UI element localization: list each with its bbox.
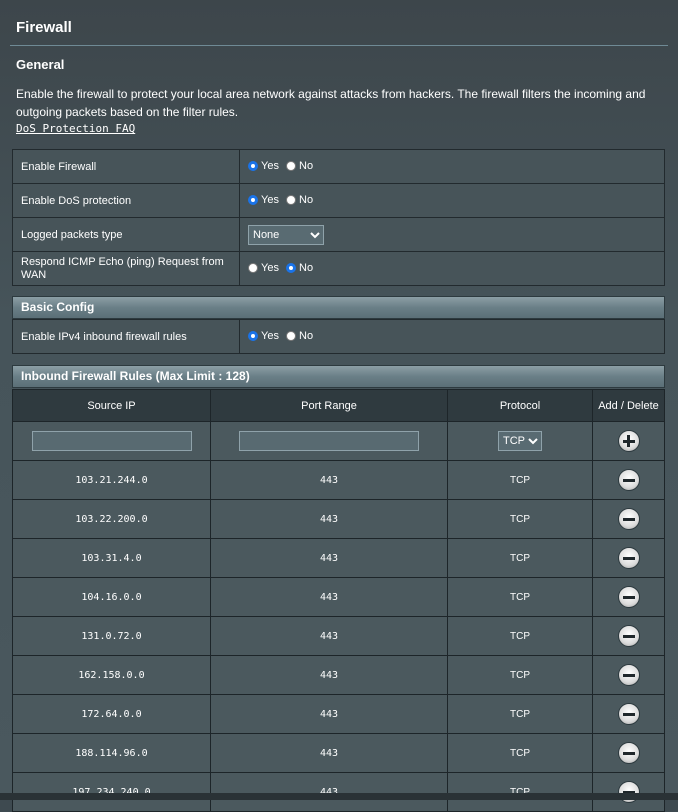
basic-config-table: Enable IPv4 inbound firewall rules Yes N… xyxy=(12,319,665,354)
ipv4-rules-label: Enable IPv4 inbound firewall rules xyxy=(12,319,240,354)
ipv4-rules-no-radio[interactable]: No xyxy=(286,330,313,342)
rule-port-range: 443 xyxy=(210,577,448,617)
delete-icon[interactable] xyxy=(617,469,640,491)
description-text: Enable the firewall to protect your loca… xyxy=(16,87,646,119)
icmp-yes-radio[interactable]: Yes xyxy=(248,262,279,274)
rule-port-range: 443 xyxy=(210,655,448,695)
rule-source-ip: 104.16.0.0 xyxy=(12,577,211,617)
radio-unselected-icon xyxy=(286,160,297,171)
logged-packets-select[interactable]: None xyxy=(248,224,324,245)
rule-source-ip: 103.31.4.0 xyxy=(12,538,211,578)
rule-protocol: TCP xyxy=(447,499,593,539)
enable-dos-no-radio[interactable]: No xyxy=(286,194,313,206)
rule-protocol: TCP xyxy=(447,577,593,617)
rule-protocol: TCP xyxy=(447,655,593,695)
rule-port-range: 443 xyxy=(210,499,448,539)
radio-selected-icon xyxy=(248,330,258,341)
inbound-rules-table: Source IP Port Range Protocol Add / Dele… xyxy=(12,389,665,812)
rule-source-ip: 172.64.0.0 xyxy=(12,694,211,734)
rule-port-range: 443 xyxy=(210,694,448,734)
delete-icon[interactable] xyxy=(617,703,640,725)
rule-protocol: TCP xyxy=(447,733,593,773)
delete-icon[interactable] xyxy=(617,508,640,530)
delete-icon[interactable] xyxy=(617,547,640,569)
rule-protocol: TCP xyxy=(447,460,593,500)
delete-icon[interactable] xyxy=(617,625,640,647)
rule-source-ip: 197.234.240.0 xyxy=(12,772,211,812)
rule-source-ip: 131.0.72.0 xyxy=(12,616,211,656)
radio-selected-icon xyxy=(248,160,258,171)
icmp-label: Respond ICMP Echo (ping) Request from WA… xyxy=(12,251,240,286)
radio-unselected-icon xyxy=(248,262,258,273)
radio-selected-icon xyxy=(286,262,297,273)
enable-dos-label: Enable DoS protection xyxy=(12,183,240,218)
table-row: 162.158.0.0 443 TCP xyxy=(12,655,665,695)
table-row: 103.22.200.0 443 TCP xyxy=(12,499,665,539)
col-source-ip: Source IP xyxy=(12,389,211,422)
delete-icon[interactable] xyxy=(617,664,640,686)
bottom-divider xyxy=(0,793,678,800)
firewall-page: Firewall General Enable the firewall to … xyxy=(0,0,678,812)
icmp-no-radio[interactable]: No xyxy=(286,262,313,274)
rule-source-ip: 162.158.0.0 xyxy=(12,655,211,695)
page-title: Firewall xyxy=(16,19,72,36)
rule-source-ip: 103.21.244.0 xyxy=(12,460,211,500)
delete-icon[interactable] xyxy=(617,586,640,608)
rule-source-ip: 103.22.200.0 xyxy=(12,499,211,539)
table-row: 104.16.0.0 443 TCP xyxy=(12,577,665,617)
enable-dos-yes-radio[interactable]: Yes xyxy=(248,194,279,206)
enable-dos-row: Enable DoS protection Yes No xyxy=(12,183,665,218)
table-row: 103.21.244.0 443 TCP xyxy=(12,460,665,500)
rule-protocol: TCP xyxy=(447,616,593,656)
new-rule-row: TCP xyxy=(12,421,665,461)
delete-icon[interactable] xyxy=(617,742,640,764)
logged-packets-row: Logged packets type None xyxy=(12,217,665,252)
col-port-range: Port Range xyxy=(210,389,448,422)
table-row: 103.31.4.0 443 TCP xyxy=(12,538,665,578)
enable-firewall-yes-radio[interactable]: Yes xyxy=(248,160,279,172)
icmp-row: Respond ICMP Echo (ping) Request from WA… xyxy=(12,251,665,286)
table-row: 131.0.72.0 443 TCP xyxy=(12,616,665,656)
rule-source-ip: 188.114.96.0 xyxy=(12,733,211,773)
port-range-input[interactable] xyxy=(239,431,419,451)
logged-packets-label: Logged packets type xyxy=(12,217,240,252)
rule-protocol: TCP xyxy=(447,694,593,734)
inbound-rules-header: Inbound Firewall Rules (Max Limit : 128) xyxy=(12,365,665,388)
ipv4-rules-row: Enable IPv4 inbound firewall rules Yes N… xyxy=(12,319,665,354)
rule-port-range: 443 xyxy=(210,460,448,500)
basic-config-header: Basic Config xyxy=(12,296,665,319)
enable-firewall-label: Enable Firewall xyxy=(12,149,240,184)
col-protocol: Protocol xyxy=(447,389,593,422)
dos-faq-link[interactable]: DoS Protection FAQ xyxy=(16,122,135,135)
table-row: 172.64.0.0 443 TCP xyxy=(12,694,665,734)
rule-protocol: TCP xyxy=(447,538,593,578)
radio-unselected-icon xyxy=(286,194,297,205)
col-add-delete: Add / Delete xyxy=(592,389,665,422)
add-icon[interactable] xyxy=(617,430,640,452)
title-divider xyxy=(10,45,668,46)
ipv4-rules-yes-radio[interactable]: Yes xyxy=(248,330,279,342)
rule-port-range: 443 xyxy=(210,733,448,773)
protocol-select[interactable]: TCP xyxy=(498,431,542,451)
rule-port-range: 443 xyxy=(210,538,448,578)
rule-port-range: 443 xyxy=(210,616,448,656)
enable-firewall-no-radio[interactable]: No xyxy=(286,160,313,172)
rule-port-range: 443 xyxy=(210,772,448,812)
table-row: 188.114.96.0 443 TCP xyxy=(12,733,665,773)
rule-protocol: TCP xyxy=(447,772,593,812)
enable-firewall-row: Enable Firewall Yes No xyxy=(12,149,665,184)
radio-selected-icon xyxy=(248,194,258,205)
radio-unselected-icon xyxy=(286,330,297,341)
general-settings-table: Enable Firewall Yes No Enable DoS protec… xyxy=(12,149,665,286)
table-row: 197.234.240.0 443 TCP xyxy=(12,772,665,812)
table-header-row: Source IP Port Range Protocol Add / Dele… xyxy=(12,389,665,422)
source-ip-input[interactable] xyxy=(31,431,192,451)
section-title-general: General xyxy=(16,57,65,72)
